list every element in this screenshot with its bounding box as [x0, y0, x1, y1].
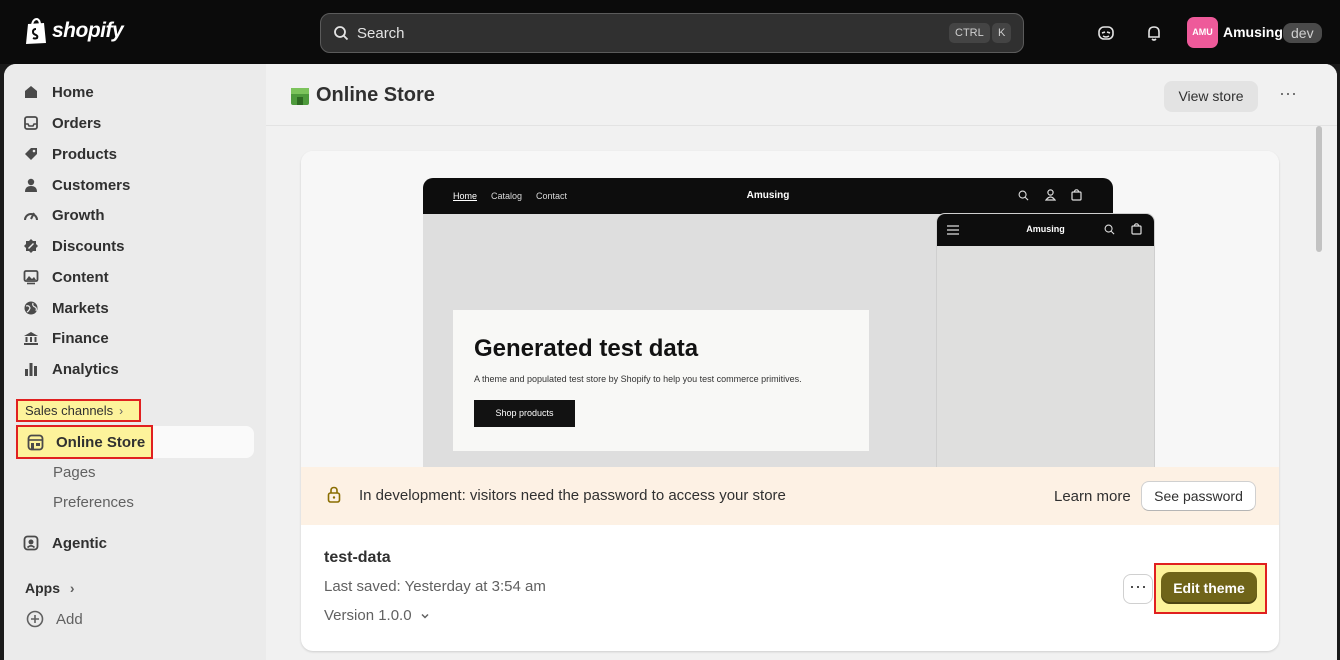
- page-title: Online Store: [290, 84, 435, 107]
- storefront-icon: [26, 433, 44, 451]
- sidebar-subitem-pages[interactable]: Pages: [53, 464, 96, 481]
- sidebar-item-products[interactable]: Products: [22, 140, 117, 168]
- sidebar-item-finance[interactable]: Finance: [22, 324, 109, 352]
- chevron-right-icon: ›: [69, 580, 75, 596]
- preview-hero-subtitle: A theme and populated test store by Shop…: [474, 374, 802, 384]
- shopify-wordmark: shopify: [52, 19, 124, 42]
- preview-account-icon: [1045, 189, 1056, 201]
- sidebar-item-label: Markets: [52, 299, 109, 317]
- sidebar-item-agentic[interactable]: Agentic: [22, 529, 107, 557]
- shopify-bag-icon: [26, 17, 46, 44]
- page-header: Online Store View store ···: [266, 64, 1337, 126]
- search-icon: [334, 26, 349, 41]
- bell-icon[interactable]: [1143, 22, 1165, 44]
- bank-icon: [22, 329, 40, 347]
- sidebar-item-label: Content: [52, 268, 109, 286]
- sales-channels-link[interactable]: Sales channels ›: [16, 399, 141, 422]
- sidebar-item-label: Agentic: [52, 534, 108, 552]
- sidebar-item-analytics[interactable]: Analytics: [22, 355, 119, 383]
- shopify-logo[interactable]: shopify: [24, 17, 124, 45]
- see-password-button[interactable]: See password: [1141, 481, 1256, 511]
- preview-shop-products-button: Shop products: [474, 400, 575, 427]
- search-placeholder: Search: [357, 24, 405, 42]
- online-store-app-icon: [291, 87, 309, 105]
- sidebar-item-label: Discounts: [52, 237, 125, 255]
- chevron-right-icon: ›: [119, 403, 124, 418]
- theme-version-dropdown[interactable]: Version 1.0.0: [324, 607, 430, 624]
- dev-badge: dev: [1283, 23, 1322, 43]
- theme-last-saved: Last saved: Yesterday at 3:54 am: [324, 578, 546, 595]
- globe-icon: [22, 299, 40, 317]
- sidebar-item-orders[interactable]: Orders: [22, 109, 101, 137]
- sidebar-item-customers[interactable]: Customers: [22, 171, 130, 199]
- preview-mobile-search-icon: [1104, 224, 1115, 235]
- sidebar-item-label: Finance: [52, 329, 109, 347]
- discount-icon: [22, 237, 40, 255]
- preview-mobile-nav: Amusing: [937, 214, 1154, 246]
- preview-cart-icon: [1071, 189, 1082, 201]
- theme-card: Home Catalog Contact Amusing Generated t…: [301, 151, 1279, 651]
- top-bar: shopify Search CTRL K AMU Amusing dev: [0, 0, 1340, 64]
- sidebar-item-label: Customers: [52, 176, 131, 194]
- inbox-icon: [22, 114, 40, 132]
- theme-preview[interactable]: Home Catalog Contact Amusing Generated t…: [301, 151, 1279, 478]
- view-store-button[interactable]: View store: [1164, 81, 1258, 112]
- tag-icon: [22, 145, 40, 163]
- add-label: Add: [56, 610, 83, 628]
- agentic-icon: [22, 534, 40, 552]
- person-icon: [22, 176, 40, 194]
- preview-store-name: Amusing: [746, 190, 790, 201]
- app-frame: Home Orders Products Customers Growth Di…: [4, 64, 1337, 660]
- sidebar: Home Orders Products Customers Growth Di…: [4, 64, 266, 660]
- sidebar-item-content[interactable]: Content: [22, 263, 109, 291]
- sidebar-item-discounts[interactable]: Discounts: [22, 232, 125, 260]
- store-name[interactable]: Amusing: [1223, 24, 1283, 40]
- theme-more-actions-button[interactable]: ···: [1123, 574, 1153, 604]
- preview-mobile-store-name: Amusing: [1026, 224, 1065, 234]
- preview-search-icon: [1018, 190, 1029, 201]
- bar-chart-icon: [22, 360, 40, 378]
- image-icon: [22, 268, 40, 286]
- edit-theme-button[interactable]: Edit theme: [1161, 572, 1257, 604]
- shortcut-k: K: [992, 23, 1012, 43]
- sidebar-item-label: Analytics: [52, 360, 119, 378]
- chevron-down-icon: [421, 613, 429, 619]
- add-app-button[interactable]: Add: [26, 610, 83, 628]
- scrollbar[interactable]: [1316, 126, 1322, 252]
- preview-desktop-nav: Home Catalog Contact Amusing: [423, 178, 1113, 214]
- apps-label: Apps: [25, 580, 60, 596]
- preview-mobile-cart-icon: [1131, 223, 1142, 235]
- sidebar-item-markets[interactable]: Markets: [22, 294, 109, 322]
- sales-channels-label: Sales channels: [25, 403, 114, 418]
- sidebar-item-label: Home: [52, 83, 94, 101]
- apps-link[interactable]: Apps ›: [25, 580, 75, 596]
- search-bar[interactable]: Search CTRL K: [320, 13, 1024, 53]
- more-actions-icon[interactable]: ···: [1274, 84, 1302, 106]
- theme-version-label: Version 1.0.0: [324, 607, 412, 624]
- online-store-label: Online Store: [56, 433, 146, 451]
- mobile-preview: Amusing: [937, 214, 1154, 474]
- sidekick-icon[interactable]: [1095, 22, 1117, 44]
- development-message: In development: visitors need the passwo…: [359, 487, 786, 504]
- gauge-icon: [22, 206, 40, 224]
- sidebar-subitem-preferences[interactable]: Preferences: [53, 494, 134, 511]
- development-banner: In development: visitors need the passwo…: [301, 467, 1279, 525]
- sidebar-item-label: Orders: [52, 114, 102, 132]
- home-icon: [22, 83, 40, 101]
- sidebar-item-label: Growth: [52, 206, 105, 224]
- sidebar-item-home[interactable]: Home: [22, 78, 94, 106]
- learn-more-link[interactable]: Learn more: [1054, 488, 1131, 505]
- main-content: Online Store View store ··· Home Catalog…: [266, 64, 1337, 660]
- plus-circle-icon: [26, 610, 44, 628]
- page-title-text: Online Store: [316, 84, 435, 106]
- sidebar-item-label: Products: [52, 145, 118, 163]
- preview-hero-title: Generated test data: [474, 335, 699, 362]
- avatar[interactable]: AMU: [1187, 17, 1218, 48]
- sidebar-item-online-store[interactable]: Online Store: [16, 425, 153, 459]
- theme-name: test-data: [324, 549, 391, 566]
- lock-icon: [327, 486, 341, 503]
- shortcut-ctrl: CTRL: [949, 23, 990, 43]
- preview-hero: Generated test data A theme and populate…: [453, 310, 869, 451]
- sidebar-item-growth[interactable]: Growth: [22, 201, 105, 229]
